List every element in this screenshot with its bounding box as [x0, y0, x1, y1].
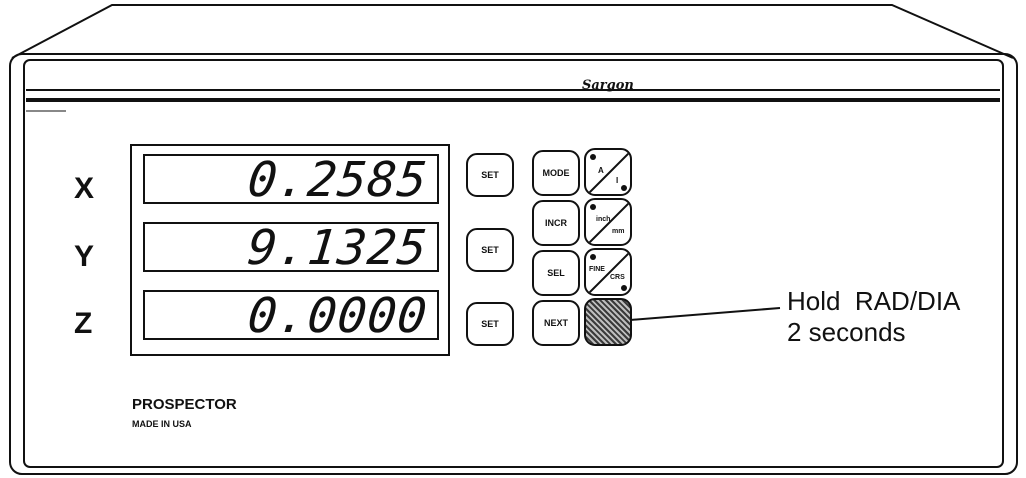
readout-x: 0.2585: [143, 152, 439, 208]
toggle-lower-label: I: [616, 176, 619, 185]
sel-button[interactable]: SEL: [532, 250, 580, 296]
readout-z: 0.0000: [143, 288, 439, 344]
readout-y: 9.1325: [143, 220, 439, 276]
callout-line-1: Hold RAD/DIA: [787, 286, 961, 316]
incr-button[interactable]: INCR: [532, 200, 580, 246]
units-toggle-button[interactable]: inch mm: [584, 198, 632, 246]
toggle-lower-label: mm: [612, 228, 625, 235]
made-in-label: MADE IN USA: [132, 419, 192, 429]
callout-instruction: Hold RAD/DIA 2 seconds: [787, 286, 960, 348]
toggle-lower-label: CRS: [610, 274, 625, 281]
readout-y-value: 9.1325: [244, 220, 430, 276]
axis-label-y: Y: [74, 240, 95, 273]
diagonal-split-icon: [587, 251, 630, 294]
brand-logo: Sargon: [582, 78, 634, 93]
resolution-toggle-button[interactable]: FINE CRS: [584, 248, 632, 296]
diagonal-split-icon: [587, 151, 630, 194]
readout-x-value: 0.2585: [244, 152, 430, 208]
axis-label-x: X: [74, 172, 95, 205]
toggle-upper-label: FINE: [589, 266, 605, 273]
readout-z-value: 0.0000: [244, 288, 430, 344]
rad-dia-button[interactable]: [584, 298, 632, 346]
set-x-button[interactable]: SET: [466, 153, 514, 197]
set-z-button[interactable]: SET: [466, 302, 514, 346]
toggle-upper-label: inch: [596, 216, 611, 223]
diagonal-split-icon: [587, 201, 630, 244]
next-button[interactable]: NEXT: [532, 300, 580, 346]
axis-label-z: Z: [74, 307, 93, 340]
abs-incr-toggle-button[interactable]: A I: [584, 148, 632, 196]
product-name: PROSPECTOR: [132, 396, 237, 413]
callout-line-2: 2 seconds: [787, 317, 906, 347]
mode-button[interactable]: MODE: [532, 150, 580, 196]
toggle-upper-label: A: [598, 166, 604, 175]
set-y-button[interactable]: SET: [466, 228, 514, 272]
